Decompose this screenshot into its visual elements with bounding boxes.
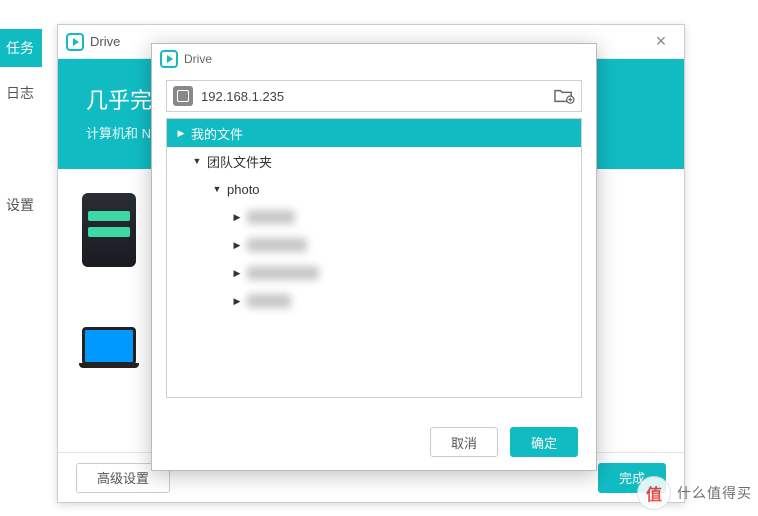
chevron-right-icon (175, 128, 187, 139)
tree-node-child[interactable] (167, 203, 581, 231)
chevron-right-icon (231, 296, 243, 307)
redacted-label (247, 266, 319, 280)
close-icon[interactable]: × (646, 27, 676, 57)
tree-node-child[interactable] (167, 287, 581, 315)
chevron-down-icon (191, 156, 203, 166)
redacted-label (247, 210, 295, 224)
main-window-title: Drive (90, 34, 120, 49)
chevron-right-icon (231, 268, 243, 279)
drive-app-icon (66, 33, 84, 51)
folder-picker-dialog: Drive 192.168.1.235 我的文件 团队文件夹 photo (151, 43, 597, 471)
tree-node-my-files[interactable]: 我的文件 (167, 119, 581, 147)
watermark-logo-icon: 值 (637, 476, 671, 510)
redacted-label (247, 294, 291, 308)
watermark-text: 什么值得买 (677, 483, 752, 503)
chevron-right-icon (231, 240, 243, 251)
tree-node-child[interactable] (167, 231, 581, 259)
drive-app-icon (160, 50, 178, 68)
nas-icon (173, 86, 193, 106)
chevron-right-icon (231, 212, 243, 223)
tree-label: 团队文件夹 (207, 152, 272, 171)
address-bar: 192.168.1.235 (166, 80, 582, 112)
tree-label: 我的文件 (191, 124, 243, 143)
dialog-footer: 取消 确定 (152, 414, 596, 470)
dialog-title: Drive (184, 52, 212, 66)
address-text: 192.168.1.235 (201, 89, 553, 104)
dialog-titlebar: Drive (152, 44, 596, 74)
cancel-button[interactable]: 取消 (430, 427, 498, 457)
tree-node-team-folder[interactable]: 团队文件夹 (167, 147, 581, 175)
tree-node-child[interactable] (167, 259, 581, 287)
tree-node-photo[interactable]: photo (167, 175, 581, 203)
ok-button[interactable]: 确定 (510, 427, 578, 457)
left-sidebar-fragment: 任务 日志 设置 (0, 0, 42, 516)
laptop-icon (82, 327, 136, 365)
nas-server-icon (82, 193, 136, 267)
dialog-body: 192.168.1.235 我的文件 团队文件夹 photo (152, 74, 596, 414)
sidebar-tab-tasks[interactable]: 任务 (0, 29, 42, 67)
sidebar-tab-settings[interactable]: 设置 (0, 190, 42, 220)
redacted-label (247, 238, 307, 252)
sidebar-tab-logs[interactable]: 日志 (0, 78, 42, 108)
new-folder-icon[interactable] (553, 87, 575, 105)
chevron-down-icon (211, 184, 223, 194)
watermark: 值 什么值得买 (637, 476, 752, 510)
tree-label: photo (227, 182, 260, 197)
folder-tree: 我的文件 团队文件夹 photo (166, 118, 582, 398)
